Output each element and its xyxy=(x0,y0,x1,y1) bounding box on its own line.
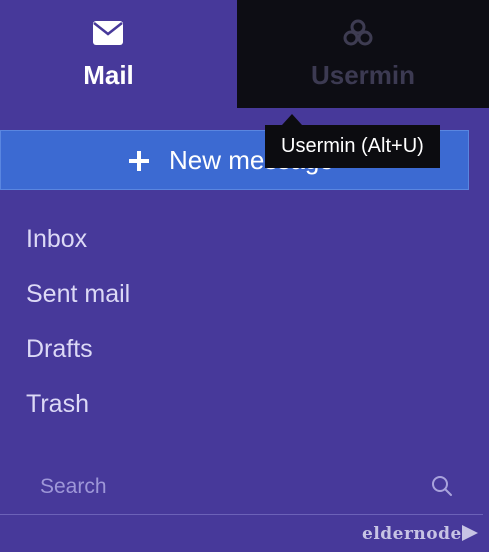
folder-inbox[interactable]: Inbox xyxy=(26,225,87,254)
folder-drafts[interactable]: Drafts xyxy=(26,335,93,364)
usermin-logo-icon xyxy=(343,19,373,46)
search-bar xyxy=(0,462,483,515)
tab-mail[interactable]: Mail xyxy=(0,0,237,108)
envelope-icon xyxy=(93,21,123,45)
usermin-tooltip: Usermin (Alt+U) xyxy=(265,125,440,168)
search-icon[interactable] xyxy=(430,474,454,498)
folder-trash[interactable]: Trash xyxy=(26,390,89,419)
tab-mail-label: Mail xyxy=(83,60,134,90)
eldernode-watermark: eldernode xyxy=(362,522,480,546)
tab-usermin-label: Usermin xyxy=(310,60,416,90)
tooltip-arrow xyxy=(282,114,302,125)
top-tab-bar: Mail Usermin xyxy=(0,0,489,108)
tab-usermin[interactable]: Usermin xyxy=(237,0,489,108)
plus-icon xyxy=(129,151,149,171)
search-input[interactable] xyxy=(40,470,420,504)
watermark-text: eldernode xyxy=(362,524,462,544)
watermark-arrow-icon xyxy=(462,525,478,541)
folder-sent-mail[interactable]: Sent mail xyxy=(26,280,130,309)
